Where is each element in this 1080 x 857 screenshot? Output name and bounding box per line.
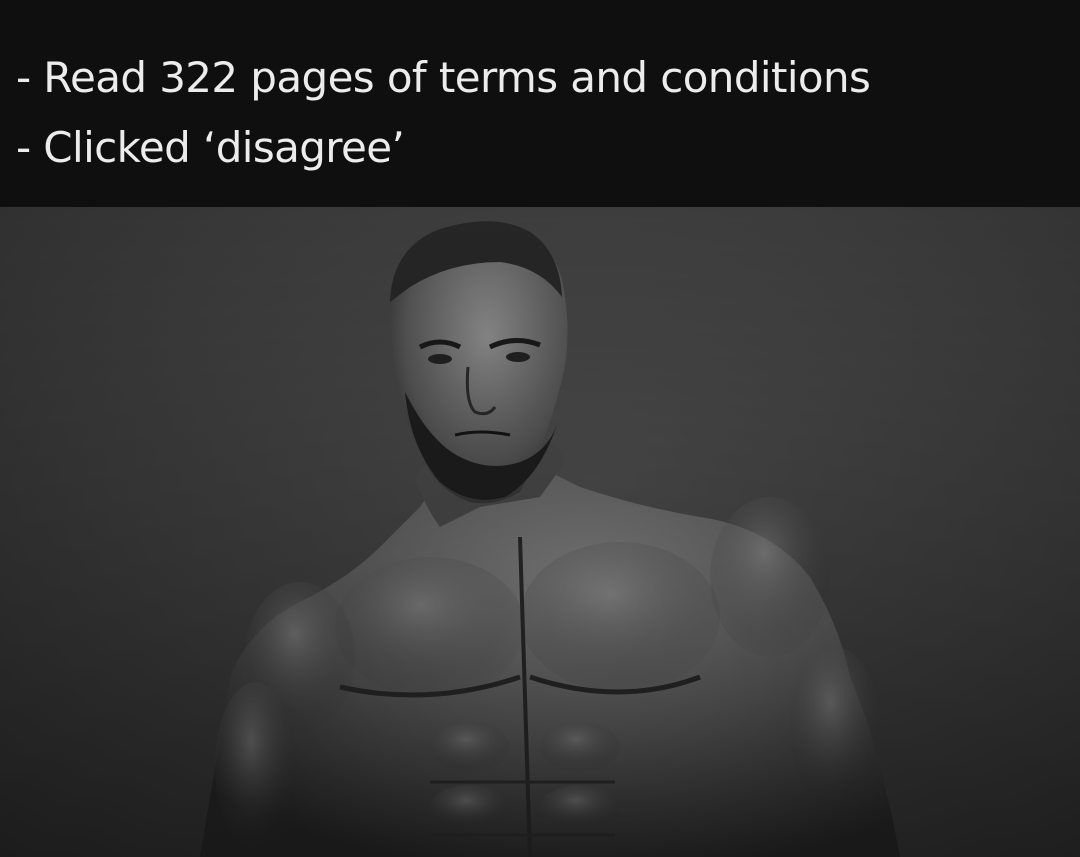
caption-line-1: - Read 322 pages of terms and conditions <box>16 53 871 102</box>
photo <box>0 207 1080 857</box>
caption-bar: - Read 322 pages of terms and conditions… <box>0 0 1080 207</box>
meme-image: - Read 322 pages of terms and conditions… <box>0 0 1080 857</box>
caption-line-2: - Clicked ‘disagree’ <box>16 123 405 172</box>
